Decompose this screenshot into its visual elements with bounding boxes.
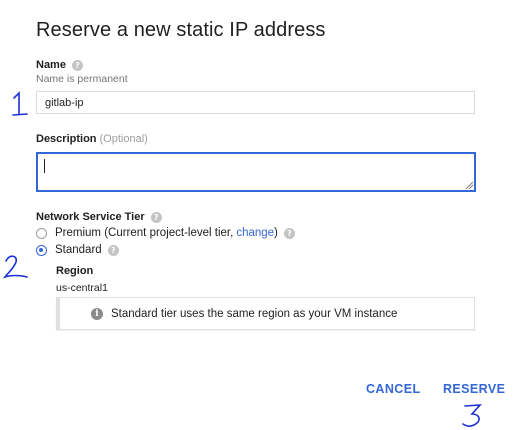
info-text: Standard tier uses the same region as yo…	[111, 307, 398, 320]
name-hint: Name is permanent	[36, 73, 128, 85]
name-label-row: Name ?	[36, 59, 83, 71]
info-icon: i	[91, 307, 103, 320]
region-label: Region	[56, 265, 94, 277]
premium-label: Premium (Current project-level tier,	[55, 227, 234, 239]
change-tier-link[interactable]: change	[236, 227, 274, 239]
tier-label-row: Network Service Tier ?	[36, 211, 162, 223]
help-icon[interactable]: ?	[71, 59, 83, 71]
help-icon[interactable]: ?	[107, 244, 119, 256]
cancel-button[interactable]: CANCEL	[366, 382, 420, 396]
annotation-one	[12, 91, 28, 116]
description-label-row: Description (Optional)	[36, 133, 148, 145]
help-icon[interactable]: ?	[150, 211, 162, 223]
region-value: us-central1	[56, 282, 108, 294]
radio-standard-row[interactable]: Standard ?	[36, 244, 119, 256]
name-label: Name	[36, 59, 66, 71]
dialog-title: Reserve a new static IP address	[36, 19, 326, 41]
optional-tag: (Optional)	[99, 133, 148, 145]
description-label: Description	[36, 133, 97, 145]
name-input[interactable]	[36, 91, 475, 114]
annotation-three	[462, 404, 482, 427]
description-textarea[interactable]	[36, 152, 476, 192]
reserve-button[interactable]: RESERVE	[443, 382, 505, 396]
info-box: i Standard tier uses the same region as …	[56, 297, 475, 330]
premium-suffix: )	[274, 227, 278, 239]
annotation-two	[2, 255, 28, 279]
resize-grip-icon[interactable]	[465, 181, 473, 189]
text-caret	[44, 159, 45, 173]
standard-label: Standard	[55, 244, 102, 256]
tier-label: Network Service Tier	[36, 211, 145, 223]
radio-standard[interactable]	[36, 244, 47, 256]
radio-premium-row[interactable]: Premium (Current project-level tier, cha…	[36, 227, 295, 239]
help-icon[interactable]: ?	[283, 227, 295, 239]
radio-premium[interactable]	[36, 227, 47, 239]
